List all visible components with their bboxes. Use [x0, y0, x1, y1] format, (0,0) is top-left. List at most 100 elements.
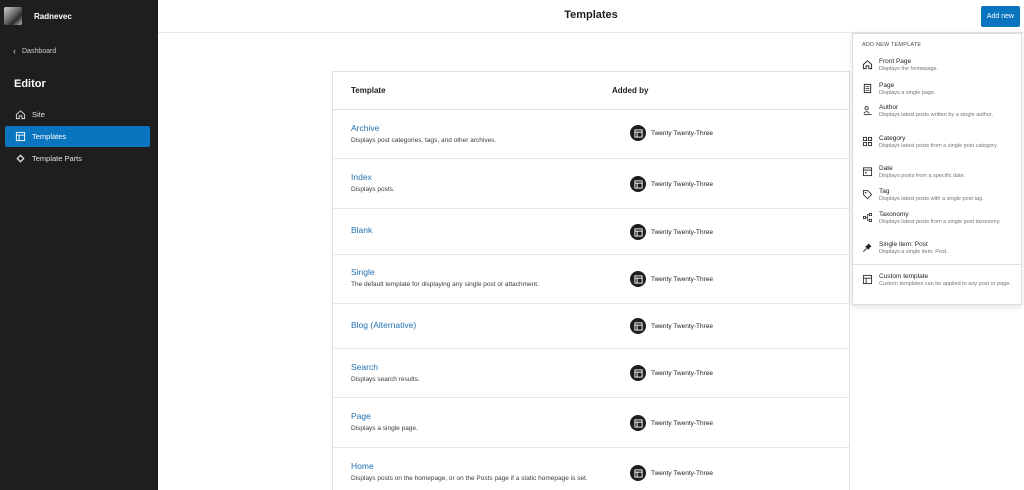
template-description: Displays a single page.	[351, 425, 418, 432]
menu-item-front-page[interactable]: Front Page Displays the homepage.	[862, 58, 1014, 73]
sidebar-item-template-parts[interactable]: Template Parts	[5, 148, 150, 169]
menu-item-desc: Displays latest posts with a single post…	[879, 196, 984, 202]
menu-item-label: Custom template	[879, 273, 929, 280]
menu-item-custom-template[interactable]: Custom template Custom templates can be a…	[862, 273, 1014, 288]
table-row: Single The default template for displayi…	[333, 255, 851, 304]
menu-item-desc: Displays posts from a specific date.	[879, 173, 966, 179]
template-description: Displays search results.	[351, 376, 420, 383]
menu-item-desc: Displays a single item: Post.	[879, 249, 948, 255]
editor-title: Editor	[14, 78, 46, 90]
column-header-added-by: Added by	[612, 86, 649, 95]
added-by: Twenty Twenty-Three	[630, 176, 713, 192]
calendar-icon	[862, 167, 873, 177]
menu-item-single-item-post[interactable]: Single item: Post Displays a single item:…	[862, 241, 1014, 256]
dashboard-link[interactable]: ‹ Dashboard	[0, 47, 158, 56]
menu-item-category[interactable]: Category Displays latest posts from a sin…	[862, 135, 1014, 150]
category-icon	[862, 136, 873, 147]
table-row: Archive Displays post categories, tags, …	[333, 110, 851, 159]
sidebar-item-site[interactable]: Site	[5, 104, 150, 125]
site-name: Radnevec	[34, 11, 72, 21]
theme-icon	[630, 465, 646, 481]
theme-icon	[630, 365, 646, 381]
site-header[interactable]: Radnevec	[0, 0, 158, 32]
menu-item-label: Category	[879, 135, 906, 142]
sidebar-item-label: Templates	[32, 132, 67, 141]
theme-icon	[630, 318, 646, 334]
added-by: Twenty Twenty-Three	[630, 125, 713, 141]
template-link[interactable]: Archive	[351, 123, 621, 133]
column-header-template: Template	[351, 86, 386, 95]
theme-icon	[630, 224, 646, 240]
added-by: Twenty Twenty-Three	[630, 415, 713, 431]
template-link[interactable]: Page	[351, 411, 621, 421]
add-new-button[interactable]: Add new	[981, 6, 1020, 27]
template-link[interactable]: Index	[351, 172, 621, 182]
template-description: The default template for displaying any …	[351, 281, 539, 288]
menu-item-desc: Displays a single page.	[879, 90, 936, 96]
menu-heading: ADD NEW TEMPLATE	[862, 42, 922, 48]
table-row: Page Displays a single page. Twenty Twen…	[333, 398, 851, 448]
theme-icon	[630, 415, 646, 431]
menu-item-desc: Displays latest posts from a single post…	[879, 219, 1001, 225]
table-row: Index Displays posts. Twenty Twenty-Thre…	[333, 159, 851, 209]
template-link[interactable]: Blank	[351, 225, 621, 235]
theme-icon	[630, 125, 646, 141]
add-new-template-menu: ADD NEW TEMPLATE Front Page Displays the …	[852, 33, 1022, 305]
sidebar-item-label: Template Parts	[32, 154, 83, 163]
menu-item-taxonomy[interactable]: Taxonomy Displays latest posts from a sin…	[862, 211, 1014, 226]
layout-icon	[15, 131, 26, 142]
author-name: Twenty Twenty-Three	[651, 275, 714, 283]
templates-table: Template Added by Archive Displays post …	[332, 71, 851, 490]
top-bar: Templates Add new	[158, 0, 1024, 33]
template-link[interactable]: Blog (Alternative)	[351, 320, 621, 330]
author-name: Twenty Twenty-Three	[651, 369, 714, 377]
template-link[interactable]: Search	[351, 362, 621, 372]
table-row: Search Displays search results. Twenty T…	[333, 349, 851, 398]
template-description: Displays posts.	[351, 186, 395, 193]
template-link[interactable]: Single	[351, 267, 621, 277]
table-header: Template Added by	[333, 72, 849, 110]
menu-item-label: Date	[879, 165, 893, 172]
author-name: Twenty Twenty-Three	[651, 469, 714, 477]
menu-item-desc: Displays the homepage.	[879, 66, 939, 72]
table-row: Blog (Alternative) Twenty Twenty-Three	[333, 304, 851, 349]
author-name: Twenty Twenty-Three	[651, 180, 714, 188]
sidebar: Radnevec ‹ Dashboard Editor Site Templat…	[0, 0, 158, 490]
theme-icon	[630, 271, 646, 287]
menu-divider	[853, 264, 1021, 265]
menu-item-desc: Custom templates can be applied to any p…	[879, 281, 1011, 287]
table-row: Blank Twenty Twenty-Three	[333, 209, 851, 255]
page-icon	[863, 83, 872, 94]
menu-item-tag[interactable]: Tag Displays latest posts with a single p…	[862, 188, 1014, 203]
template-link[interactable]: Home	[351, 461, 651, 471]
menu-item-label: Author	[879, 104, 899, 111]
menu-item-label: Taxonomy	[879, 211, 909, 218]
author-name: Twenty Twenty-Three	[651, 129, 714, 137]
site-logo[interactable]	[4, 7, 22, 25]
home-icon	[15, 110, 26, 120]
home-icon	[862, 60, 873, 70]
menu-item-date[interactable]: Date Displays posts from a specific date.	[862, 165, 1014, 180]
layout-icon	[862, 274, 873, 285]
dashboard-link-label: Dashboard	[22, 48, 57, 55]
menu-item-desc: Displays latest posts written by a singl…	[879, 112, 994, 118]
author-name: Twenty Twenty-Three	[651, 228, 714, 236]
added-by: Twenty Twenty-Three	[630, 271, 713, 287]
added-by: Twenty Twenty-Three	[630, 318, 713, 334]
sidebar-item-templates[interactable]: Templates	[5, 126, 150, 147]
author-icon	[863, 106, 872, 116]
table-row: Home Displays posts on the homepage, or …	[333, 448, 851, 490]
menu-item-author[interactable]: Author Displays latest posts written by a…	[862, 104, 1014, 119]
menu-item-label: Page	[879, 82, 895, 89]
symbol-icon	[16, 154, 25, 163]
page-title: Templates	[564, 9, 618, 21]
menu-item-page[interactable]: Page Displays a single page.	[862, 82, 1014, 97]
sidebar-item-label: Site	[32, 110, 45, 119]
template-description: Displays posts on the homepage, or on th…	[351, 475, 588, 482]
added-by: Twenty Twenty-Three	[630, 465, 713, 481]
tag-icon	[862, 189, 873, 200]
added-by: Twenty Twenty-Three	[630, 365, 713, 381]
author-name: Twenty Twenty-Three	[651, 419, 714, 427]
author-name: Twenty Twenty-Three	[651, 322, 714, 330]
menu-item-label: Front Page	[879, 58, 912, 65]
